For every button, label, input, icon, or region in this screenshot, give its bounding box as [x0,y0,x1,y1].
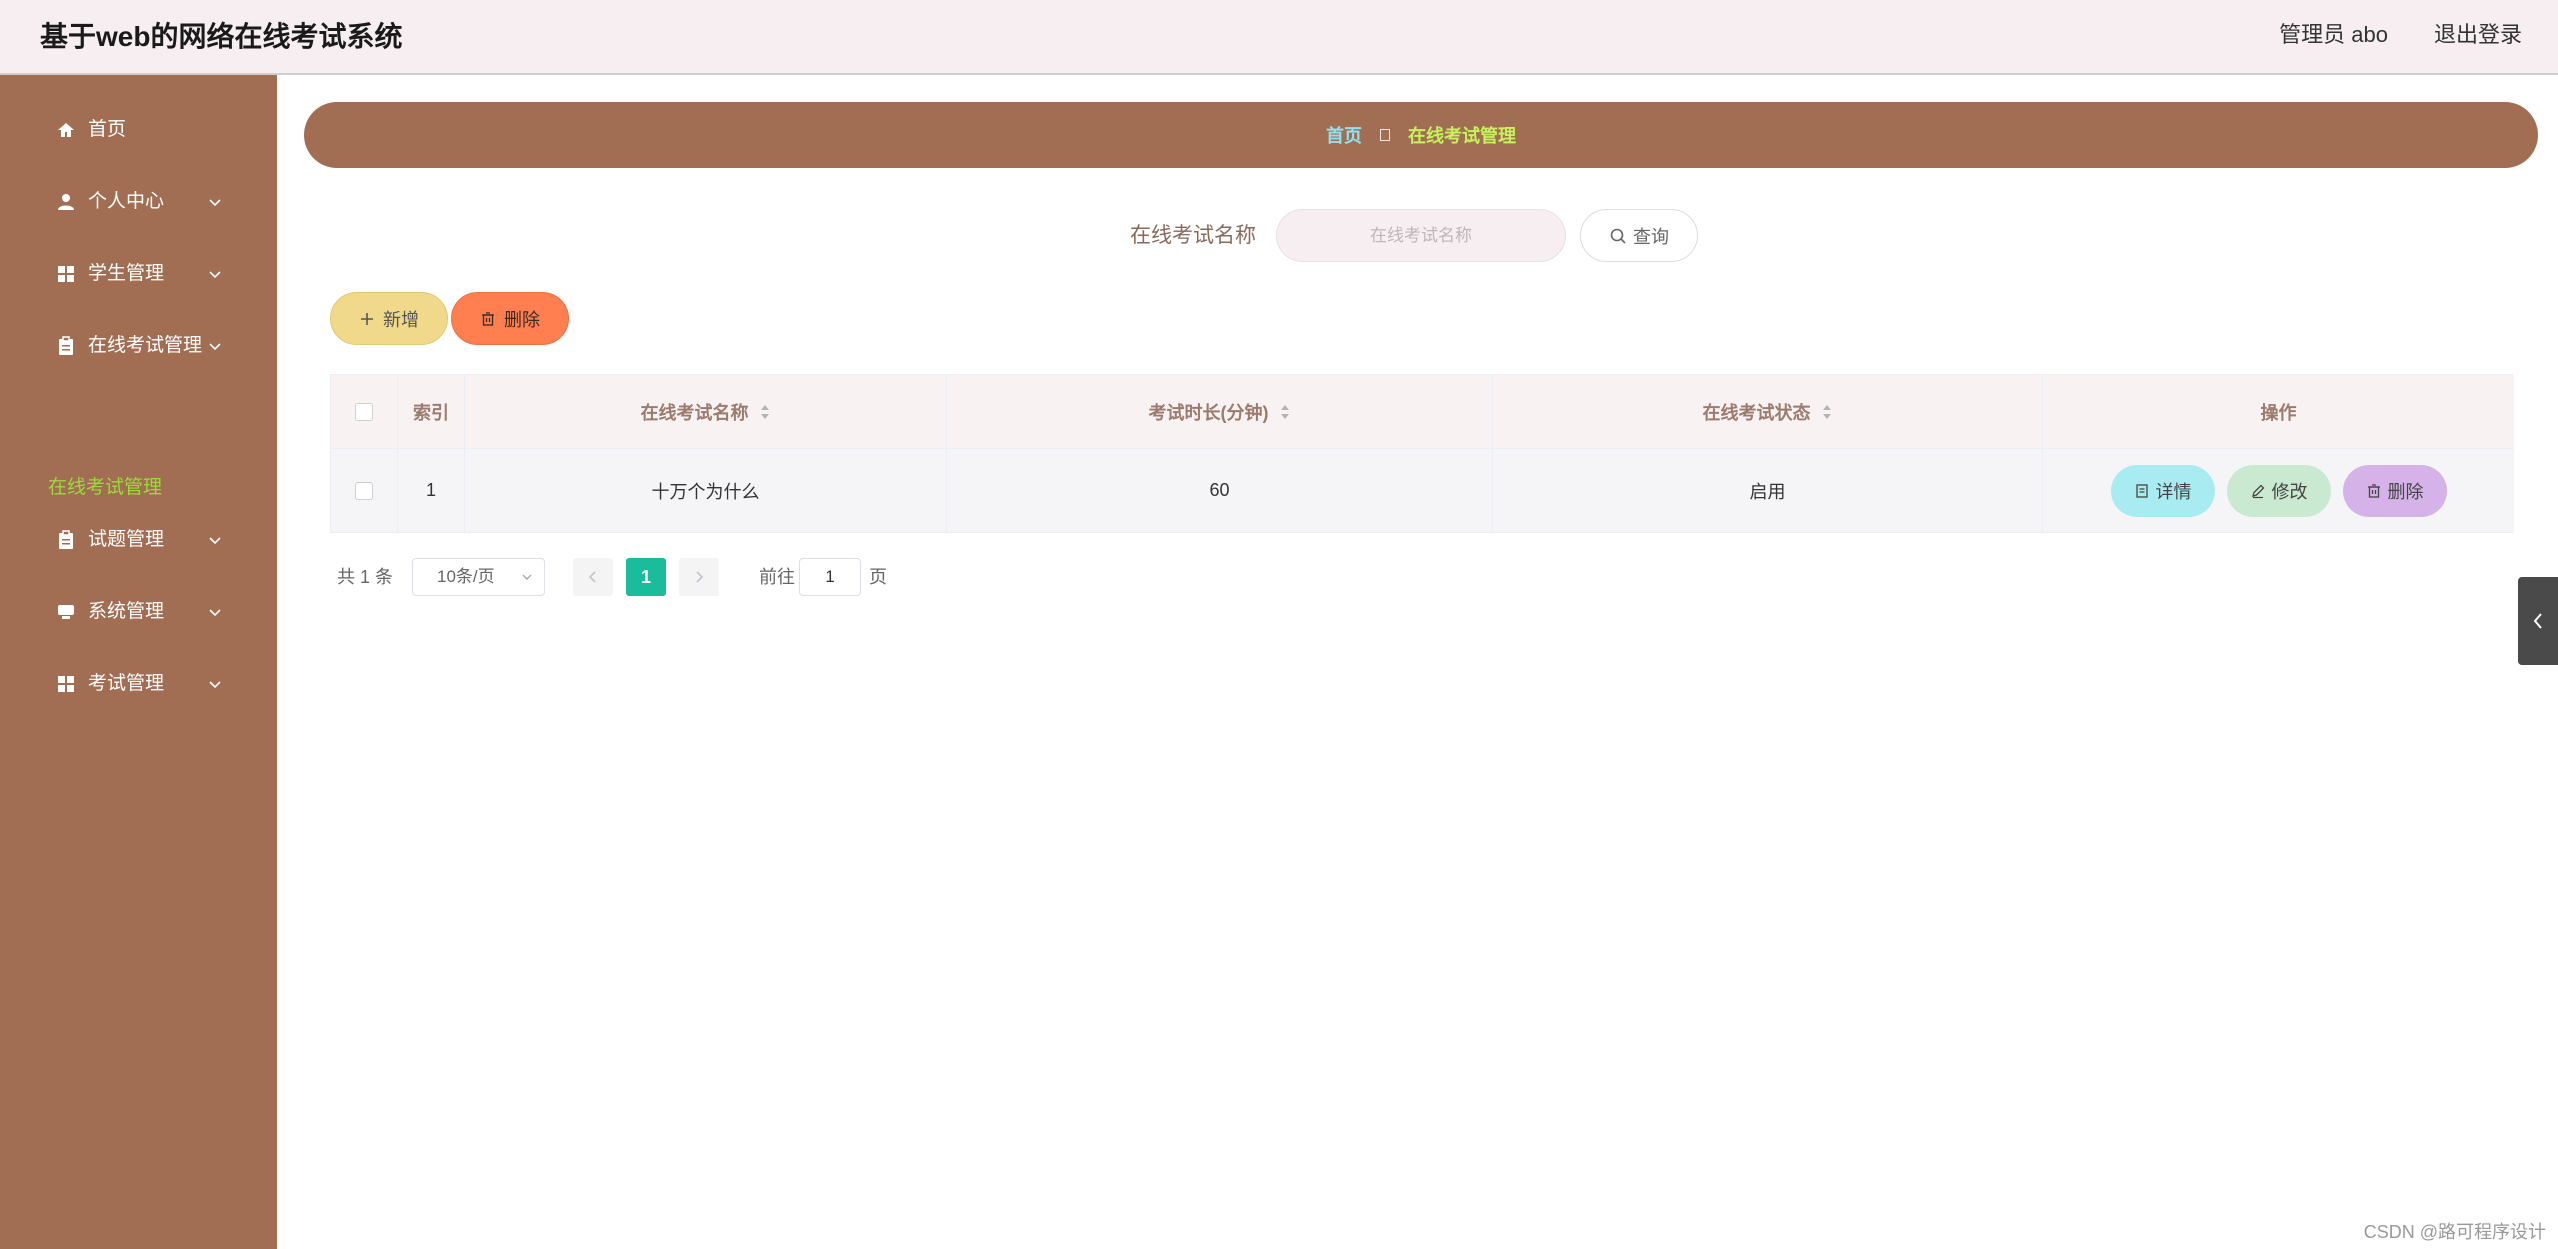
chevron-left-icon [588,571,596,583]
top-bar: 基于web的网络在线考试系统 管理员 abo 退出登录 [0,0,2558,75]
breadcrumb-separator-icon [1380,129,1390,141]
cell-exam-name: 十万个为什么 [465,449,947,532]
current-user: 管理员 abo [2279,22,2388,47]
edit-button[interactable]: 修改 [2226,464,2331,517]
sidebar-item-system-management[interactable]: 系统管理 [0,587,277,637]
batch-delete-button[interactable]: 删除 [451,292,569,345]
search-icon [1610,228,1626,244]
document-icon [2135,483,2148,498]
column-header-label: 操作 [2260,402,2297,423]
sidebar-item-label: 试题管理 [88,529,165,550]
exam-table: 索引 在线考试名称 考试时长(分钟) 在线考试状态 操作 1 十万个为什么 60… [330,374,2514,533]
sidebar: 首页 个人中心 学生管理 在线考试管理 在线考试管理 试题管理 系统管理 考试管… [0,75,277,1249]
column-header-actions: 操作 [2043,375,2514,448]
header-select-all-cell [331,375,398,448]
sidebar-item-exam-management[interactable]: 考试管理 [0,659,277,709]
sidebar-item-home[interactable]: 首页 [0,105,277,155]
breadcrumb: 首页 在线考试管理 [304,102,2538,168]
batch-delete-button-label: 删除 [504,309,540,330]
chevron-down-icon [209,681,221,689]
logout-link[interactable]: 退出登录 [2434,20,2522,50]
edit-button-label: 修改 [2271,481,2308,502]
search-button-label: 查询 [1633,226,1669,247]
sidebar-item-label: 首页 [88,119,127,140]
column-header-exam-name[interactable]: 在线考试名称 [465,375,947,448]
chevron-down-icon [209,199,221,207]
chevron-down-icon [209,537,221,545]
sort-icon[interactable] [759,403,771,421]
column-header-label: 在线考试名称 [640,402,749,423]
breadcrumb-home[interactable]: 首页 [1326,122,1362,148]
select-all-checkbox[interactable] [355,402,373,421]
cell-status: 启用 [1493,449,2043,532]
column-header-duration[interactable]: 考试时长(分钟) [947,375,1493,448]
column-header-label: 考试时长(分钟) [1148,402,1269,423]
sidebar-item-label: 系统管理 [88,601,165,622]
chevron-right-icon [696,571,704,583]
sidebar-item-question-management[interactable]: 试题管理 [0,515,277,565]
page-size-value: 10条/页 [437,567,495,586]
sidebar-item-online-exam-management[interactable]: 在线考试管理 [0,321,277,371]
sidebar-item-student-management[interactable]: 学生管理 [0,249,277,299]
grid-icon [58,676,74,692]
side-panel-toggle[interactable] [2518,577,2558,665]
add-button-label: 新增 [383,309,419,330]
column-header-label: 索引 [413,402,449,423]
sidebar-item-label: 在线考试管理 [88,335,203,356]
row-select-cell [331,449,398,532]
table-row: 1 十万个为什么 60 启用 详情 修改 删除 [331,449,2514,532]
pagination-total: 共 1 条 [337,567,394,587]
chevron-down-icon [209,343,221,351]
grid-icon [58,266,74,282]
home-icon [58,123,74,137]
chevron-down-icon [209,271,221,279]
table-header: 索引 在线考试名称 考试时长(分钟) 在线考试状态 操作 [331,375,2514,449]
sort-icon[interactable] [1821,403,1833,421]
app-title: 基于web的网络在线考试系统 [40,21,403,52]
server-icon [58,605,74,619]
trash-icon [2367,483,2380,498]
chevron-left-icon [2533,613,2542,629]
prev-page-button[interactable] [573,558,613,596]
goto-page-input[interactable] [799,558,861,596]
chevron-down-icon [522,574,532,580]
breadcrumb-bar: 首页 在线考试管理 [304,102,2538,168]
user-icon [58,194,74,210]
sidebar-item-personal-center[interactable]: 个人中心 [0,177,277,227]
trash-icon [482,311,494,326]
goto-label: 前往 [759,567,795,587]
sidebar-subitem-online-exam-management[interactable]: 在线考试管理 [48,475,162,501]
search-button[interactable]: 查询 [1580,209,1698,262]
search-label: 在线考试名称 [1130,224,1256,247]
add-button[interactable]: 新增 [330,292,448,345]
sort-icon[interactable] [1279,403,1291,421]
clipboard-icon [59,336,73,355]
column-header-status[interactable]: 在线考试状态 [1493,375,2043,448]
breadcrumb-current: 在线考试管理 [1408,126,1516,146]
sidebar-item-label: 学生管理 [88,263,165,284]
row-delete-button[interactable]: 删除 [2342,464,2447,517]
detail-button[interactable]: 详情 [2110,464,2215,517]
column-header-index: 索引 [398,375,465,448]
column-header-label: 在线考试状态 [1702,402,1811,423]
cell-duration: 60 [947,449,1493,532]
clipboard-icon [59,530,73,549]
cell-index: 1 [398,449,465,532]
page-number-current[interactable]: 1 [626,558,666,596]
next-page-button[interactable] [679,558,719,596]
sidebar-item-label: 个人中心 [88,191,165,212]
chevron-down-icon [209,609,221,617]
detail-button-label: 详情 [2155,481,2192,502]
watermark: CSDN @路可程序设计 [2363,1222,2546,1242]
sidebar-item-label: 考试管理 [88,673,165,694]
cell-actions: 详情 修改 删除 [2043,449,2514,532]
goto-unit: 页 [869,567,887,587]
exam-name-search-input[interactable] [1276,209,1566,262]
page-size-select[interactable]: 10条/页 [412,558,545,596]
row-delete-button-label: 删除 [2387,481,2424,502]
edit-icon [2251,484,2264,498]
row-checkbox[interactable] [355,481,373,500]
plus-icon [361,312,373,325]
